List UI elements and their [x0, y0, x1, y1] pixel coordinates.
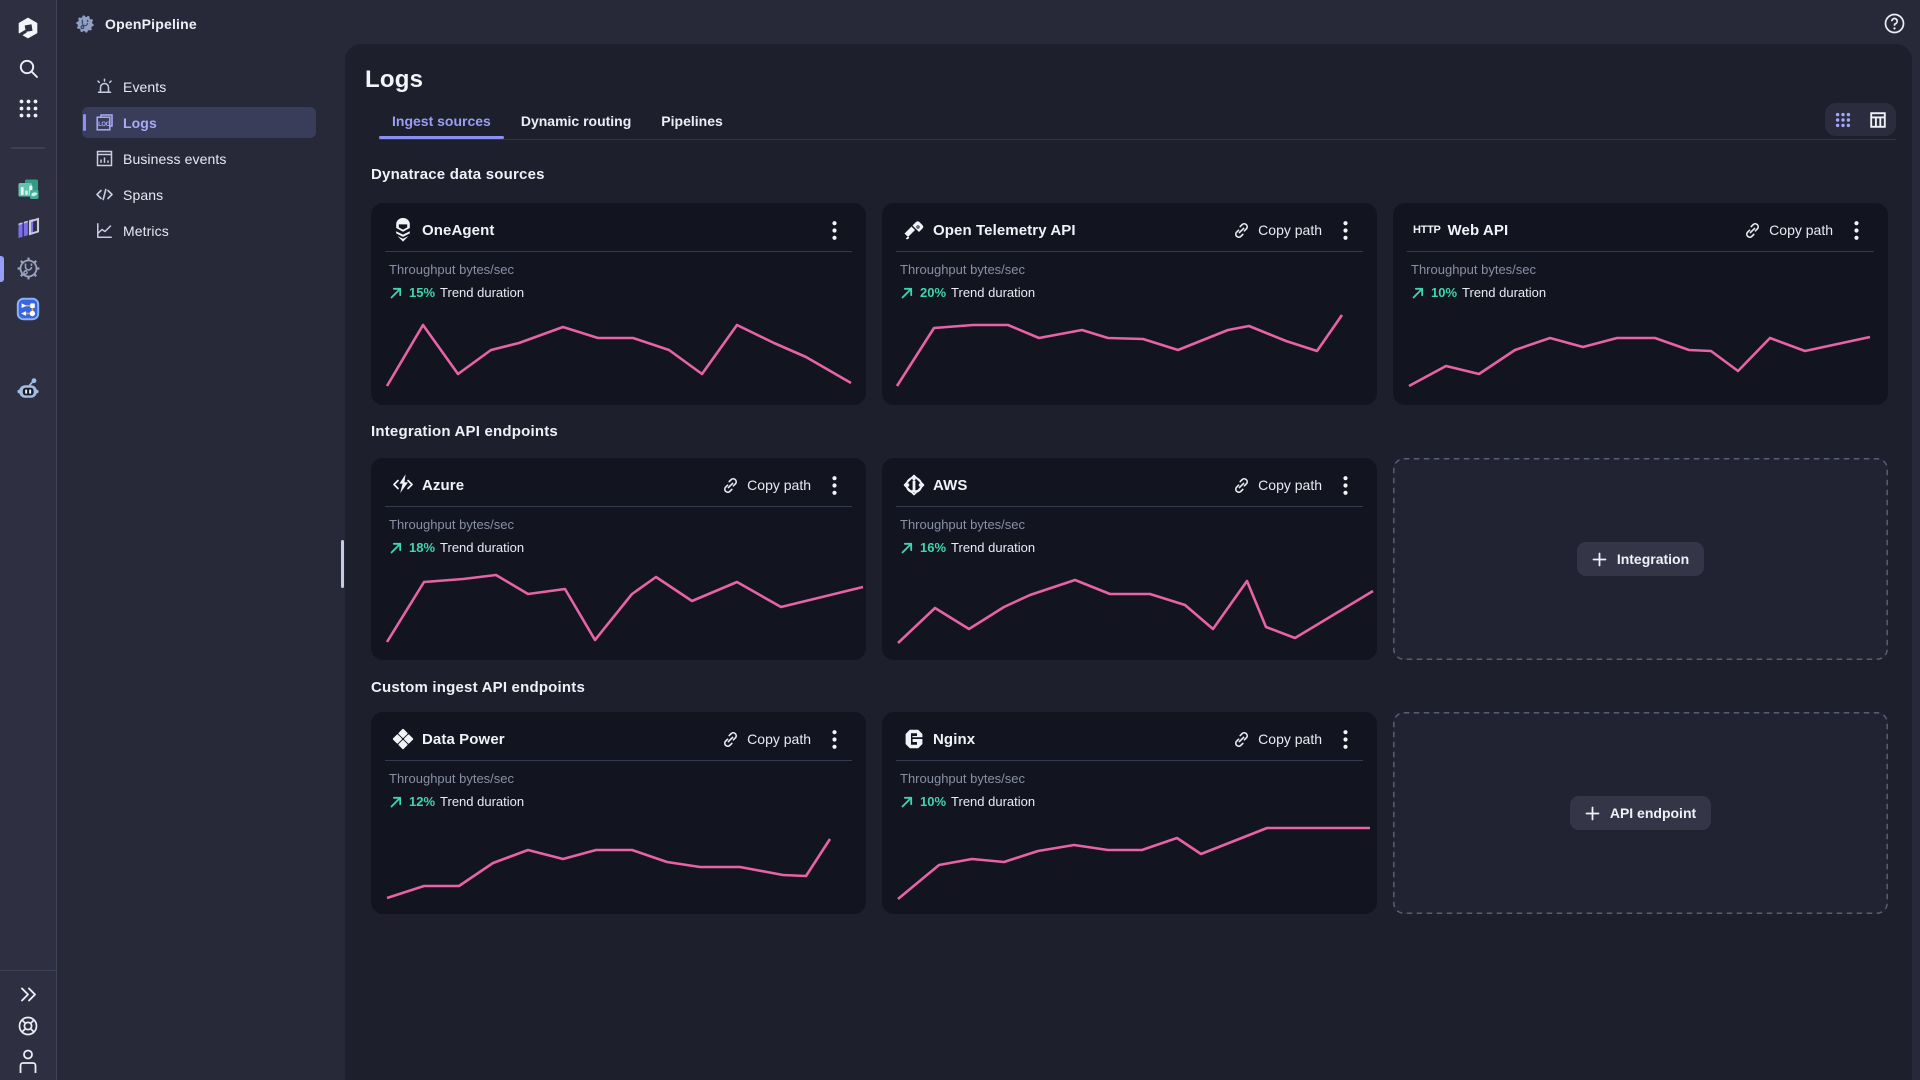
svg-text:LOG: LOG [98, 122, 111, 128]
